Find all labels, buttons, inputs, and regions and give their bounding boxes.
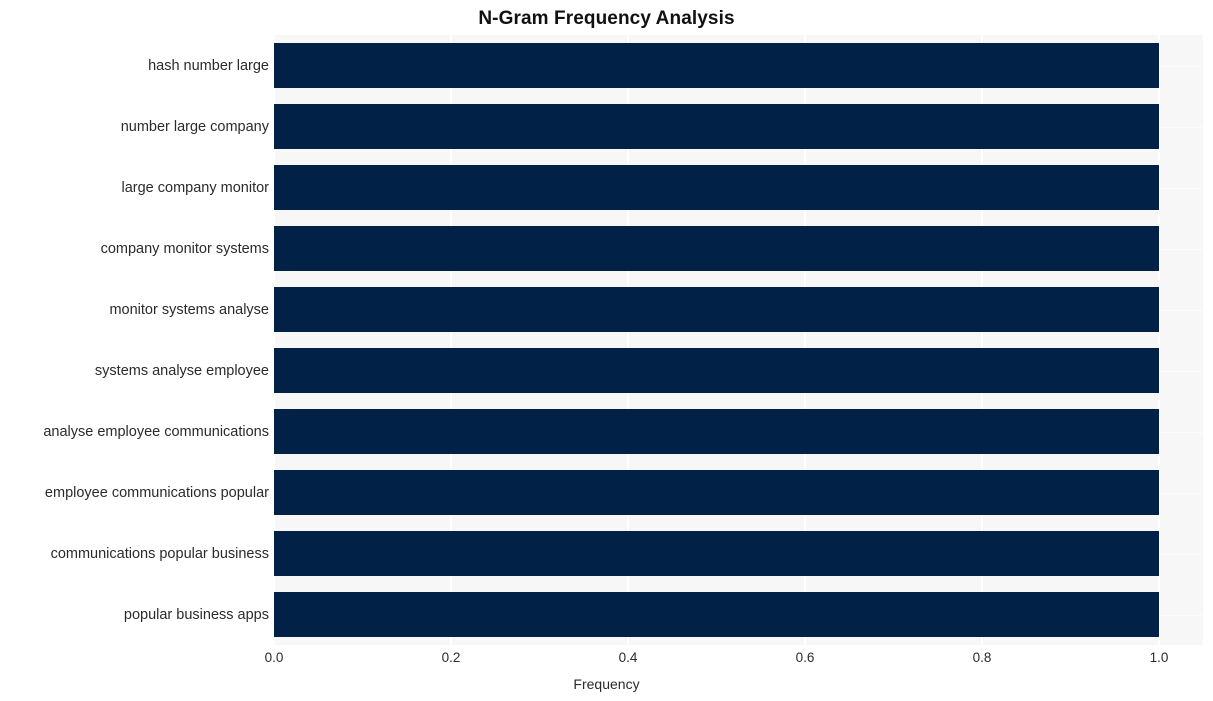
y-axis-label: company monitor systems bbox=[100, 240, 269, 257]
y-axis-label: number large company bbox=[120, 118, 269, 135]
y-axis-label: popular business apps bbox=[123, 606, 269, 623]
y-axis-label: analyse employee communications bbox=[43, 423, 269, 440]
bar[interactable] bbox=[274, 165, 1159, 210]
bar[interactable] bbox=[274, 287, 1159, 332]
x-axis-title: Frequency bbox=[573, 676, 640, 692]
bar[interactable] bbox=[274, 104, 1159, 149]
bar[interactable] bbox=[274, 348, 1159, 393]
y-axis-label: communications popular business bbox=[50, 545, 269, 562]
bar[interactable] bbox=[274, 409, 1159, 454]
x-axis-tick: 0.4 bbox=[618, 650, 638, 665]
bar[interactable] bbox=[274, 531, 1159, 576]
x-axis-tick: 0.2 bbox=[441, 650, 461, 665]
y-axis-label: large company monitor bbox=[121, 179, 270, 196]
x-axis-tick: 0.0 bbox=[264, 650, 284, 665]
x-axis-tick: 1.0 bbox=[1149, 650, 1169, 665]
plot-area bbox=[274, 35, 1203, 645]
chart-title: N-Gram Frequency Analysis bbox=[478, 8, 735, 29]
bar[interactable] bbox=[274, 470, 1159, 515]
x-axis-tick: 0.6 bbox=[795, 650, 815, 665]
y-axis-label: employee communications popular bbox=[44, 484, 269, 501]
bar[interactable] bbox=[274, 43, 1159, 88]
x-axis-tick: 0.8 bbox=[972, 650, 992, 665]
ngram-frequency-chart: N-Gram Frequency Analysis hash number la… bbox=[0, 0, 1213, 701]
bar[interactable] bbox=[274, 226, 1159, 271]
y-axis-label: monitor systems analyse bbox=[109, 301, 269, 318]
y-axis-label: hash number large bbox=[148, 57, 269, 74]
bar[interactable] bbox=[274, 592, 1159, 637]
y-axis-label: systems analyse employee bbox=[94, 362, 269, 379]
